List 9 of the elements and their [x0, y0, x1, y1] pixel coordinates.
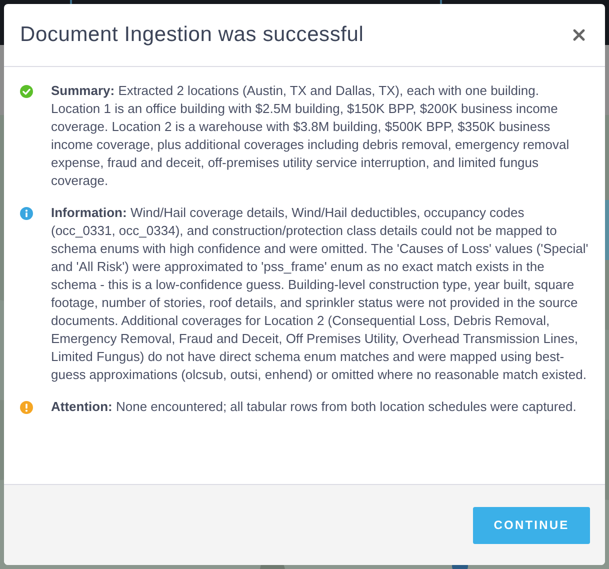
check-icon	[20, 85, 33, 98]
dialog-title: Document Ingestion was successful	[20, 23, 364, 47]
warning-icon	[20, 401, 33, 414]
close-icon[interactable]	[573, 29, 585, 41]
continue-button[interactable]: CONTINUE	[473, 506, 590, 544]
message-text: Summary: Extracted 2 locations (Austin, TX and Dallas, TX), each with one building. Location 1 is an office building with $2.5M building, $150K BPP, $200K business income coverage. Location 2 is a warehouse with $3.8M building, $500K BPP, $350K business income coverage, plus additional coverages including debris removal, emergency removal expense, fraud and deceit, off-premises utility service interruption, and limited fungus coverage.	[51, 82, 570, 190]
message-text: Attention: None encountered; all tabular rows from both location schedules were captured.	[51, 398, 576, 416]
message-text: Information: Wind/Hail coverage details, Wind/Hail deductibles, occupancy codes (occ_0331, occ_0334), and construction/protection class details could not be mapped to schema enums with high confidence and were omitted. The 'Causes of Loss' values ('Special' and 'All Risk') were approximated to 'pss_frame' enum as no exact match exists in the schema - this is a low-confidence guess. Building-level construction type, year built, square footage, number of stories, roof details, and sprinkler status were not provided in the source documents. Additional coverages for Location 2 (Consequential Loss, Debris Removal, Emergency Removal, Fraud and Deceit, Off Premises Utility, Overhead Transmission Lines, Limited Fungus) do not have direct schema enum matches and were mapped using best-guess approximations (olcsub, outsi, enhend) or omitted where no reasonable match existed.	[51, 204, 590, 384]
info-icon	[20, 207, 33, 220]
